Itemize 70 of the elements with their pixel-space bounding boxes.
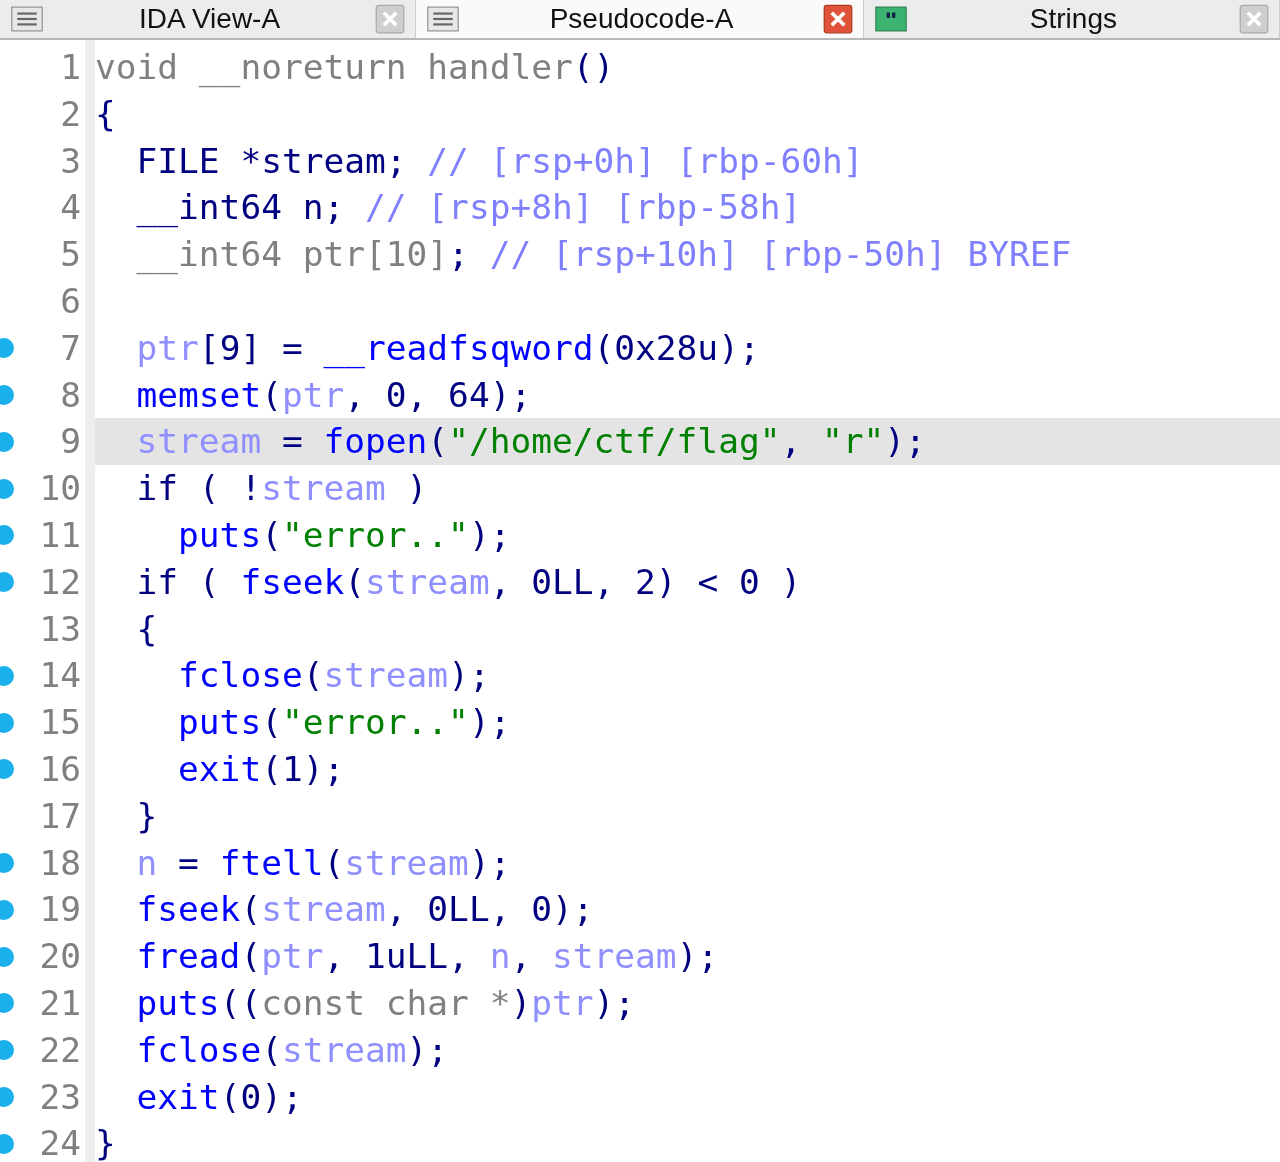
- close-icon[interactable]: [822, 4, 853, 34]
- code-line: FILE *stream; // [rsp+0h] [rbp-60h]: [135, 140, 864, 181]
- code-line: {: [95, 93, 116, 134]
- quote-icon: [873, 6, 908, 32]
- line-number: 22: [38, 1028, 82, 1072]
- code-line: memset(ptr, 0, 64);: [135, 374, 532, 415]
- breakpoint-icon[interactable]: [0, 1040, 14, 1061]
- line-number: 1: [59, 46, 82, 89]
- line-number: 8: [59, 373, 82, 417]
- breakpoint-icon[interactable]: [0, 946, 14, 967]
- line-number: 3: [59, 139, 82, 183]
- line-number: 15: [38, 701, 82, 745]
- breakpoint-icon[interactable]: [0, 478, 14, 499]
- line-number: 7: [59, 326, 82, 370]
- breakpoint-icon[interactable]: [0, 852, 14, 873]
- code-line: exit(1);: [177, 748, 345, 789]
- code-line: exit(0);: [135, 1076, 303, 1117]
- breakpoint-icon[interactable]: [0, 993, 14, 1014]
- code-line: fclose(stream);: [135, 1029, 449, 1070]
- breakpoint-icon[interactable]: [0, 431, 14, 452]
- code-line: {: [135, 608, 158, 649]
- line-number: 24: [38, 1122, 82, 1162]
- line-number: 10: [38, 467, 82, 511]
- code-line: n = ftell(stream);: [135, 842, 511, 883]
- list-icon: [426, 6, 461, 32]
- code-line: if ( !stream ): [135, 468, 428, 509]
- tab[interactable]: Strings: [863, 0, 1280, 38]
- code-line: }: [95, 1123, 116, 1162]
- code-line: puts((const char *)ptr);: [135, 982, 636, 1023]
- code-line: fread(ptr, 1uLL, n, stream);: [135, 936, 719, 977]
- code-line: __int64 n; // [rsp+8h] [rbp-58h]: [135, 187, 802, 228]
- breakpoint-icon[interactable]: [0, 338, 14, 359]
- line-number: 12: [38, 560, 82, 604]
- line-number: 4: [59, 186, 82, 230]
- line-number: 13: [38, 607, 82, 651]
- code-line: void __noreturn handler(): [95, 47, 615, 87]
- breakpoint-icon[interactable]: [0, 712, 14, 733]
- line-number: 19: [38, 888, 82, 932]
- line-number: 21: [38, 981, 82, 1025]
- line-number: 9: [59, 420, 82, 464]
- breakpoint-icon[interactable]: [0, 384, 14, 405]
- line-number: 14: [38, 654, 82, 698]
- code-line: fseek(stream, 0LL, 0);: [135, 889, 594, 930]
- line-number: 5: [59, 233, 82, 277]
- code-line: __int64 ptr[10]; // [rsp+10h] [rbp-50h] BYREF: [135, 234, 1072, 275]
- code-line: stream = fopen("/home/ctf/flag", "r");: [135, 421, 926, 462]
- line-number: 11: [38, 513, 82, 557]
- code-line: fclose(stream);: [177, 655, 490, 696]
- breakpoint-icon[interactable]: [0, 572, 14, 593]
- code-line: puts("error..");: [177, 702, 511, 743]
- breakpoint-icon[interactable]: [0, 759, 14, 780]
- line-number: 23: [38, 1075, 82, 1119]
- tab[interactable]: Pseudocode-A: [416, 0, 864, 38]
- code-line: puts("error..");: [177, 514, 511, 555]
- line-number: 16: [38, 747, 82, 791]
- breakpoint-icon[interactable]: [0, 1133, 14, 1154]
- list-icon: [10, 6, 44, 32]
- code-line: ptr[9] = __readfsqword(0x28u);: [135, 327, 760, 368]
- code-line: }: [135, 795, 158, 836]
- line-number: 6: [59, 280, 82, 323]
- line-number: 20: [38, 935, 82, 979]
- breakpoint-icon[interactable]: [0, 899, 14, 920]
- breakpoint-icon[interactable]: [0, 1086, 14, 1107]
- line-number: 2: [59, 92, 82, 136]
- line-number: 18: [38, 841, 82, 885]
- breakpoint-icon[interactable]: [0, 525, 14, 546]
- breakpoint-icon[interactable]: [0, 665, 14, 686]
- tab[interactable]: IDA View-A: [0, 0, 417, 38]
- line-number: 17: [38, 794, 82, 838]
- code-line: if ( fseek(stream, 0LL, 2) < 0 ): [135, 561, 802, 602]
